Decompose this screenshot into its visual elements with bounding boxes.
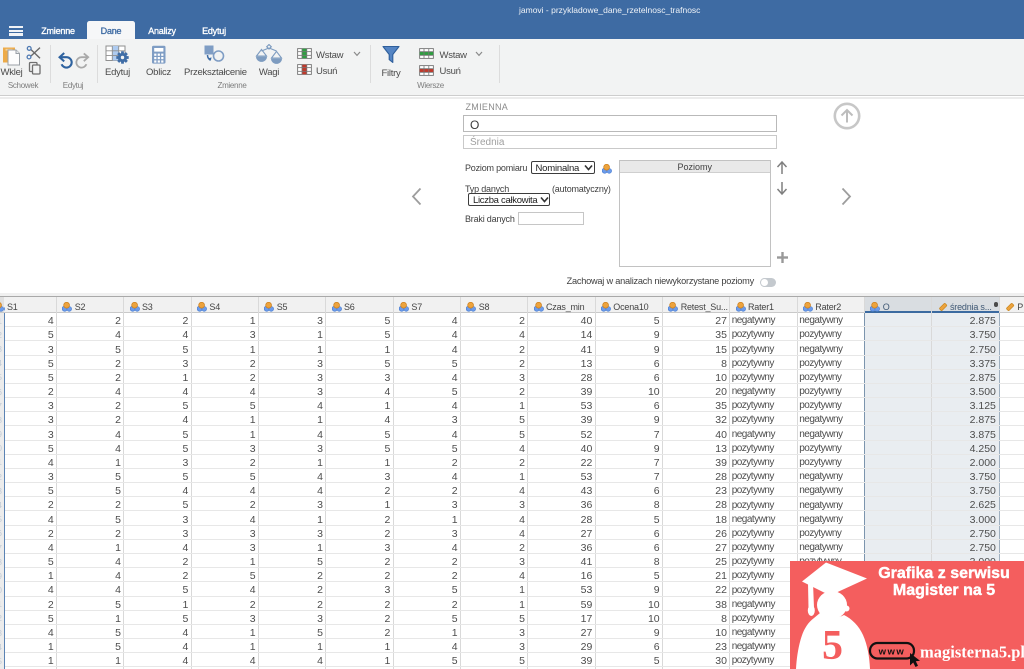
svg-text:magisterna5.pl: magisterna5.pl [920, 643, 1024, 662]
svg-text:5: 5 [822, 623, 843, 669]
svg-text:www: www [878, 647, 906, 658]
